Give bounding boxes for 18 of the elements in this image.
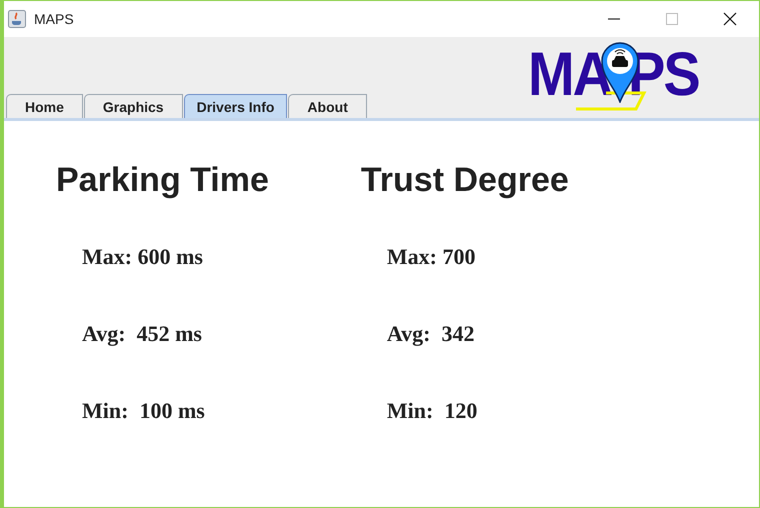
section-heading: Trust Degree (360, 161, 569, 200)
stat-text: Min: 100 ms (82, 398, 206, 425)
stat-text: Max: 600 ms (82, 244, 204, 271)
stat-text: Avg: 342 (386, 321, 476, 348)
close-icon (723, 12, 737, 26)
tab[interactable]: About (288, 94, 367, 118)
stat-text: Avg: 452 ms (82, 321, 203, 348)
stat-text: Min: 120 (386, 398, 478, 425)
minimize-icon (608, 18, 620, 20)
stat-text: Max: 700 (386, 244, 476, 271)
window-title: MAPS (34, 11, 74, 27)
tab[interactable]: Home (6, 94, 83, 118)
java-cup-icon (8, 10, 26, 28)
section-heading: Parking Time (56, 161, 269, 200)
logo-text: MA (528, 38, 612, 110)
tab[interactable]: Graphics (84, 94, 183, 118)
tab[interactable]: Drivers Info (184, 94, 288, 118)
maximize-icon (665, 12, 679, 26)
